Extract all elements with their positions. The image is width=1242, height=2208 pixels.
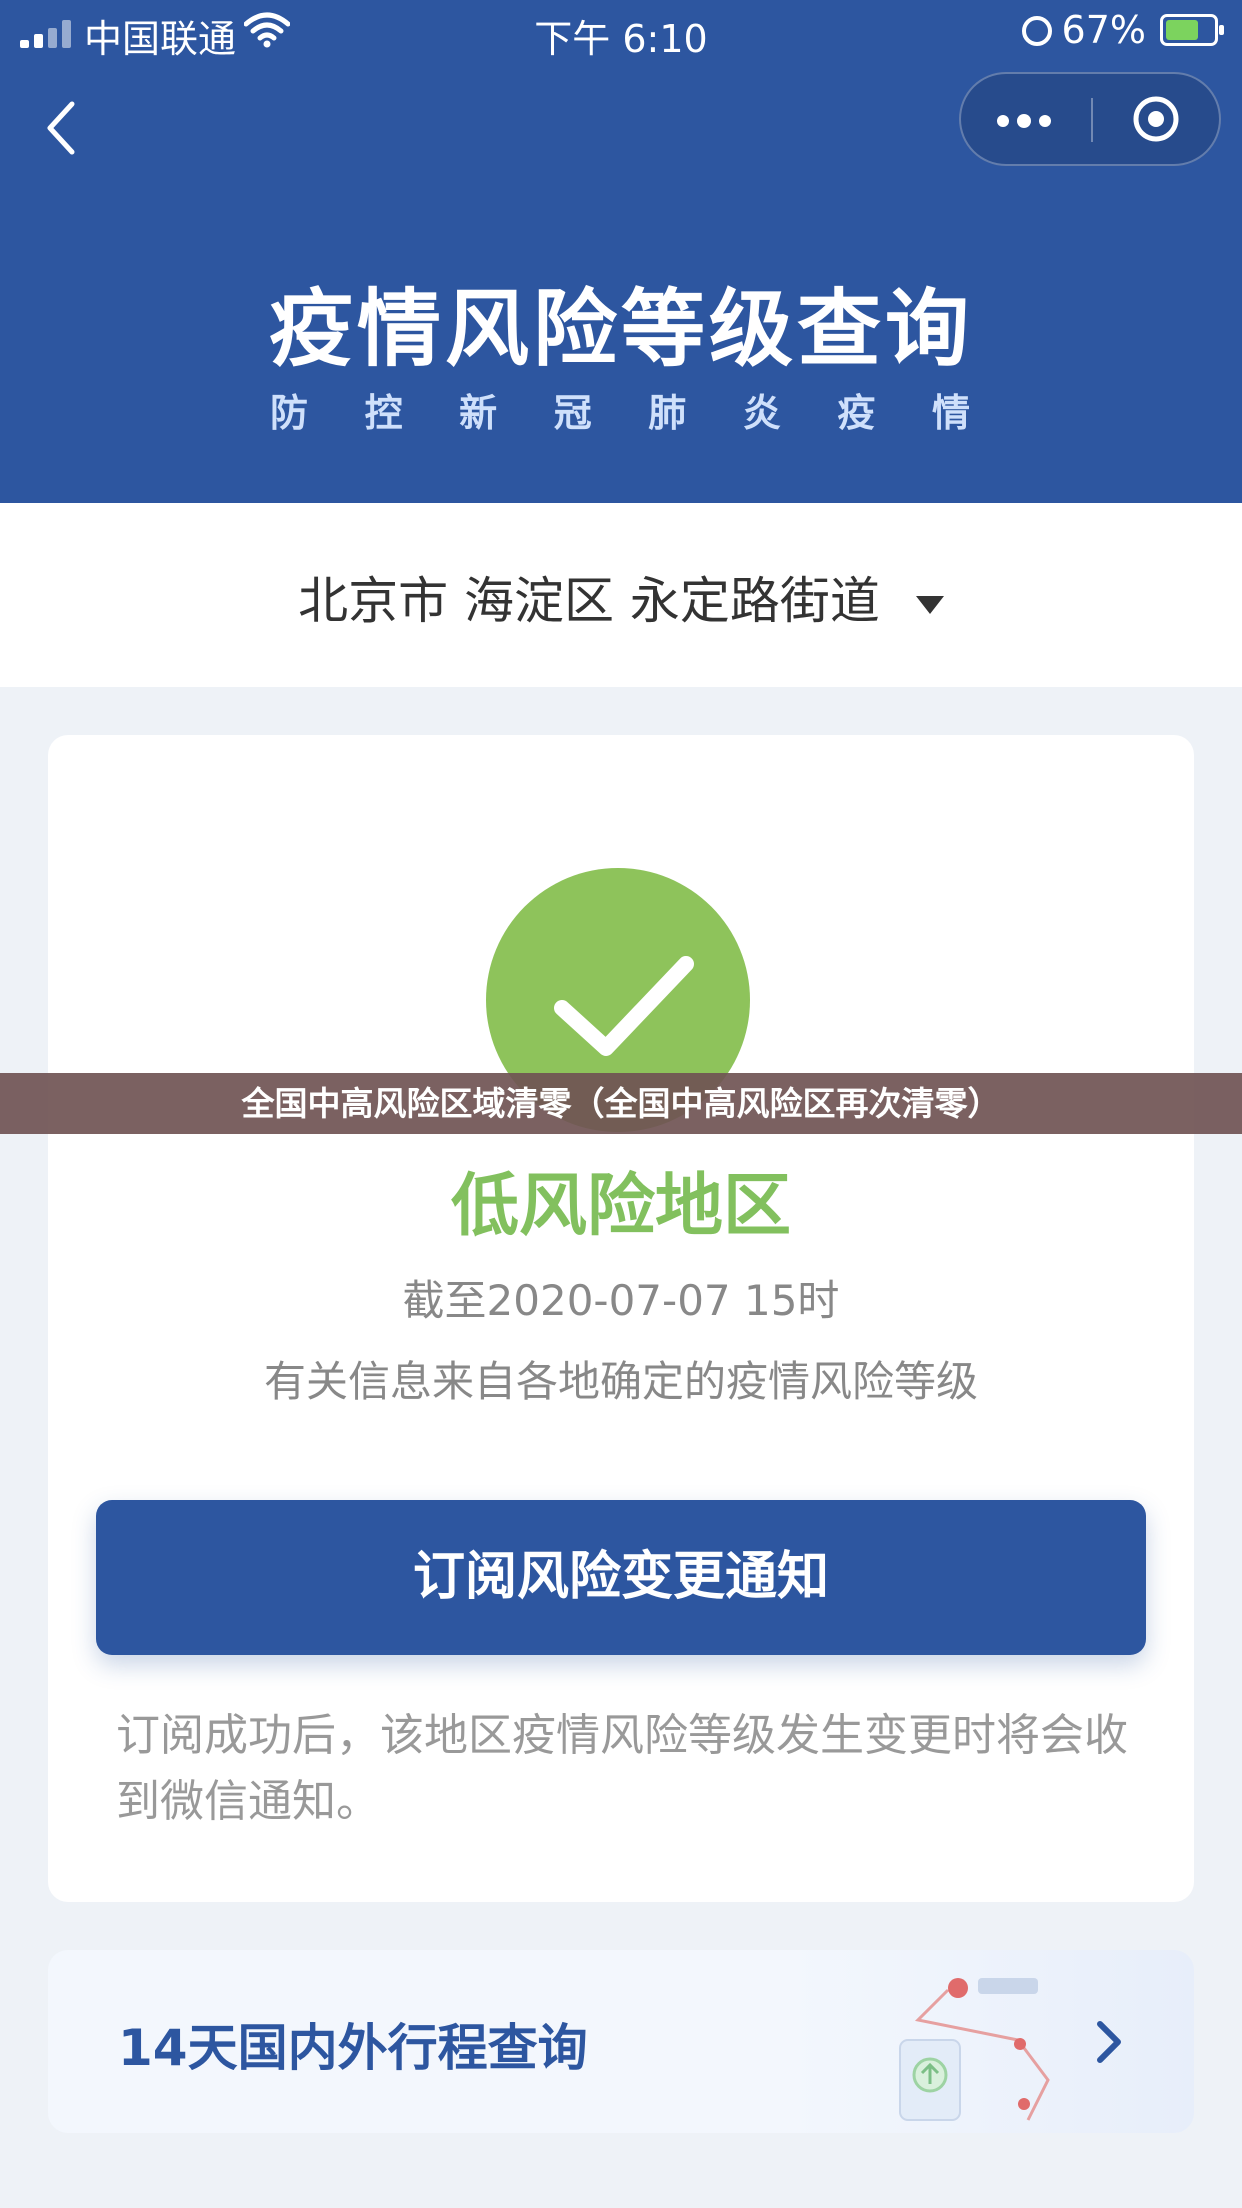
risk-level: 低风险地区 [450,1167,791,1246]
caret-down-icon [915,595,944,614]
chevron-right-icon [1097,2021,1121,2063]
status-time: 下午 6:10 [534,17,708,61]
result-card: 低风险地区 截至2020-07-07 15时 有关信息来自各地确定的疫情风险等级… [48,735,1194,1902]
caption-banner: 全国中高风险区域清零（全国中高风险区再次清零） [0,1073,1242,1134]
location-text: 北京市 海淀区 永定路街道 [298,572,880,630]
status-bar: 中国联通 下午 6:10 67% [0,0,1242,62]
battery-icon [1160,14,1224,46]
page-title: 疫情风险等级查询 [268,280,973,378]
rotation-lock-icon [1022,16,1052,46]
travel-query-card[interactable]: 14天国内外行程查询 [48,1950,1194,2133]
route-map-icon [899,1978,1050,2121]
subscribe-button[interactable]: 订阅风险变更通知 [96,1500,1146,1655]
header: 中国联通 下午 6:10 67% 疫情风险等级查询 防 控 新 冠 肺 炎 疫 … [0,0,1242,503]
battery-percent: 67% [1061,8,1146,52]
mini-program-capsule [959,72,1221,166]
source-note: 有关信息来自各地确定的疫情风险等级 [263,1357,978,1406]
more-icon[interactable] [997,98,1057,142]
travel-query-label: 14天国内外行程查询 [118,2019,588,2077]
as-of-date: 截至2020-07-07 15时 [402,1276,840,1325]
back-icon[interactable] [38,98,88,158]
page-subtitle: 防 控 新 冠 肺 炎 疫 情 [270,391,970,435]
close-icon[interactable] [1131,94,1181,144]
subscribe-note: 订阅成功后，该地区疫情风险等级发生变更时将会收到微信通知。 [116,1710,1128,1827]
location-selector[interactable]: 北京市 海淀区 永定路街道 [0,503,1242,687]
